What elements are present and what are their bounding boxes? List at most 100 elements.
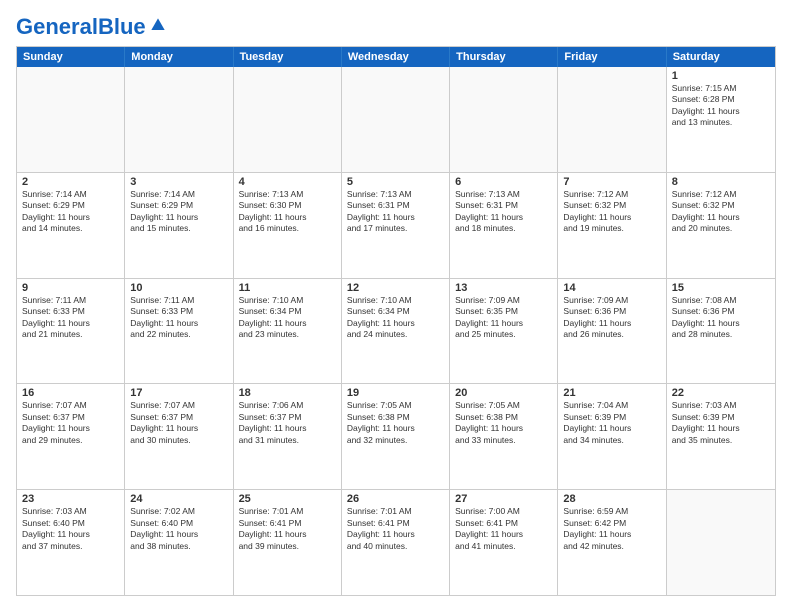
day-cell-16: 16Sunrise: 7:07 AM Sunset: 6:37 PM Dayli… [17,384,125,489]
day-cell-17: 17Sunrise: 7:07 AM Sunset: 6:37 PM Dayli… [125,384,233,489]
day-cell-22: 22Sunrise: 7:03 AM Sunset: 6:39 PM Dayli… [667,384,775,489]
day-cell-6: 6Sunrise: 7:13 AM Sunset: 6:31 PM Daylig… [450,173,558,278]
day-info: Sunrise: 7:07 AM Sunset: 6:37 PM Dayligh… [22,400,119,446]
day-info: Sunrise: 7:01 AM Sunset: 6:41 PM Dayligh… [347,506,444,552]
day-number: 17 [130,387,227,399]
weekday-header-monday: Monday [125,47,233,67]
calendar-page: GeneralBlue SundayMondayTuesdayWednesday… [0,0,792,612]
day-number: 6 [455,176,552,188]
day-info: Sunrise: 7:12 AM Sunset: 6:32 PM Dayligh… [672,189,770,235]
page-header: GeneralBlue [16,16,776,38]
day-number: 16 [22,387,119,399]
day-number: 2 [22,176,119,188]
day-info: Sunrise: 7:14 AM Sunset: 6:29 PM Dayligh… [130,189,227,235]
logo-text: GeneralBlue [16,16,146,38]
day-cell-empty-0-0 [17,67,125,172]
day-number: 25 [239,493,336,505]
weekday-header-thursday: Thursday [450,47,558,67]
weekday-header-sunday: Sunday [17,47,125,67]
day-number: 11 [239,282,336,294]
day-cell-18: 18Sunrise: 7:06 AM Sunset: 6:37 PM Dayli… [234,384,342,489]
weekday-header-friday: Friday [558,47,666,67]
calendar-row-2: 9Sunrise: 7:11 AM Sunset: 6:33 PM Daylig… [17,278,775,384]
day-info: Sunrise: 7:13 AM Sunset: 6:30 PM Dayligh… [239,189,336,235]
day-number: 20 [455,387,552,399]
day-cell-empty-0-2 [234,67,342,172]
day-number: 26 [347,493,444,505]
calendar-header: SundayMondayTuesdayWednesdayThursdayFrid… [17,47,775,67]
day-number: 15 [672,282,770,294]
day-cell-10: 10Sunrise: 7:11 AM Sunset: 6:33 PM Dayli… [125,279,233,384]
calendar-row-1: 2Sunrise: 7:14 AM Sunset: 6:29 PM Daylig… [17,172,775,278]
day-cell-13: 13Sunrise: 7:09 AM Sunset: 6:35 PM Dayli… [450,279,558,384]
day-info: Sunrise: 7:08 AM Sunset: 6:36 PM Dayligh… [672,295,770,341]
calendar-row-0: 1Sunrise: 7:15 AM Sunset: 6:28 PM Daylig… [17,67,775,172]
logo-general: General [16,14,98,39]
day-number: 18 [239,387,336,399]
day-info: Sunrise: 7:05 AM Sunset: 6:38 PM Dayligh… [347,400,444,446]
day-info: Sunrise: 7:02 AM Sunset: 6:40 PM Dayligh… [130,506,227,552]
day-number: 7 [563,176,660,188]
day-info: Sunrise: 7:03 AM Sunset: 6:39 PM Dayligh… [672,400,770,446]
day-number: 5 [347,176,444,188]
weekday-header-saturday: Saturday [667,47,775,67]
day-cell-20: 20Sunrise: 7:05 AM Sunset: 6:38 PM Dayli… [450,384,558,489]
logo-blue: Blue [98,14,146,39]
day-cell-empty-4-6 [667,490,775,595]
day-cell-9: 9Sunrise: 7:11 AM Sunset: 6:33 PM Daylig… [17,279,125,384]
day-info: Sunrise: 7:13 AM Sunset: 6:31 PM Dayligh… [347,189,444,235]
calendar-body: 1Sunrise: 7:15 AM Sunset: 6:28 PM Daylig… [17,67,775,595]
day-info: Sunrise: 7:11 AM Sunset: 6:33 PM Dayligh… [130,295,227,341]
day-number: 14 [563,282,660,294]
day-number: 21 [563,387,660,399]
calendar-row-3: 16Sunrise: 7:07 AM Sunset: 6:37 PM Dayli… [17,383,775,489]
day-info: Sunrise: 7:14 AM Sunset: 6:29 PM Dayligh… [22,189,119,235]
day-number: 22 [672,387,770,399]
day-number: 27 [455,493,552,505]
day-number: 4 [239,176,336,188]
day-info: Sunrise: 7:06 AM Sunset: 6:37 PM Dayligh… [239,400,336,446]
day-info: Sunrise: 7:10 AM Sunset: 6:34 PM Dayligh… [347,295,444,341]
day-number: 10 [130,282,227,294]
calendar: SundayMondayTuesdayWednesdayThursdayFrid… [16,46,776,596]
day-number: 8 [672,176,770,188]
day-cell-empty-0-3 [342,67,450,172]
day-cell-2: 2Sunrise: 7:14 AM Sunset: 6:29 PM Daylig… [17,173,125,278]
day-cell-1: 1Sunrise: 7:15 AM Sunset: 6:28 PM Daylig… [667,67,775,172]
day-info: Sunrise: 7:11 AM Sunset: 6:33 PM Dayligh… [22,295,119,341]
day-cell-3: 3Sunrise: 7:14 AM Sunset: 6:29 PM Daylig… [125,173,233,278]
day-number: 12 [347,282,444,294]
day-cell-27: 27Sunrise: 7:00 AM Sunset: 6:41 PM Dayli… [450,490,558,595]
day-cell-4: 4Sunrise: 7:13 AM Sunset: 6:30 PM Daylig… [234,173,342,278]
day-cell-24: 24Sunrise: 7:02 AM Sunset: 6:40 PM Dayli… [125,490,233,595]
day-number: 1 [672,70,770,82]
day-info: Sunrise: 7:09 AM Sunset: 6:35 PM Dayligh… [455,295,552,341]
day-info: Sunrise: 7:07 AM Sunset: 6:37 PM Dayligh… [130,400,227,446]
logo: GeneralBlue [16,16,168,38]
day-number: 13 [455,282,552,294]
day-info: Sunrise: 7:03 AM Sunset: 6:40 PM Dayligh… [22,506,119,552]
day-number: 3 [130,176,227,188]
day-info: Sunrise: 7:00 AM Sunset: 6:41 PM Dayligh… [455,506,552,552]
day-info: Sunrise: 7:09 AM Sunset: 6:36 PM Dayligh… [563,295,660,341]
day-cell-14: 14Sunrise: 7:09 AM Sunset: 6:36 PM Dayli… [558,279,666,384]
day-number: 19 [347,387,444,399]
day-cell-21: 21Sunrise: 7:04 AM Sunset: 6:39 PM Dayli… [558,384,666,489]
day-cell-empty-0-1 [125,67,233,172]
day-cell-19: 19Sunrise: 7:05 AM Sunset: 6:38 PM Dayli… [342,384,450,489]
day-number: 24 [130,493,227,505]
day-info: Sunrise: 7:10 AM Sunset: 6:34 PM Dayligh… [239,295,336,341]
day-number: 23 [22,493,119,505]
day-info: Sunrise: 7:15 AM Sunset: 6:28 PM Dayligh… [672,83,770,129]
day-cell-15: 15Sunrise: 7:08 AM Sunset: 6:36 PM Dayli… [667,279,775,384]
day-cell-5: 5Sunrise: 7:13 AM Sunset: 6:31 PM Daylig… [342,173,450,278]
day-cell-11: 11Sunrise: 7:10 AM Sunset: 6:34 PM Dayli… [234,279,342,384]
day-info: Sunrise: 7:04 AM Sunset: 6:39 PM Dayligh… [563,400,660,446]
day-info: Sunrise: 6:59 AM Sunset: 6:42 PM Dayligh… [563,506,660,552]
day-cell-25: 25Sunrise: 7:01 AM Sunset: 6:41 PM Dayli… [234,490,342,595]
day-cell-8: 8Sunrise: 7:12 AM Sunset: 6:32 PM Daylig… [667,173,775,278]
day-cell-28: 28Sunrise: 6:59 AM Sunset: 6:42 PM Dayli… [558,490,666,595]
day-cell-empty-0-4 [450,67,558,172]
day-cell-7: 7Sunrise: 7:12 AM Sunset: 6:32 PM Daylig… [558,173,666,278]
day-info: Sunrise: 7:01 AM Sunset: 6:41 PM Dayligh… [239,506,336,552]
